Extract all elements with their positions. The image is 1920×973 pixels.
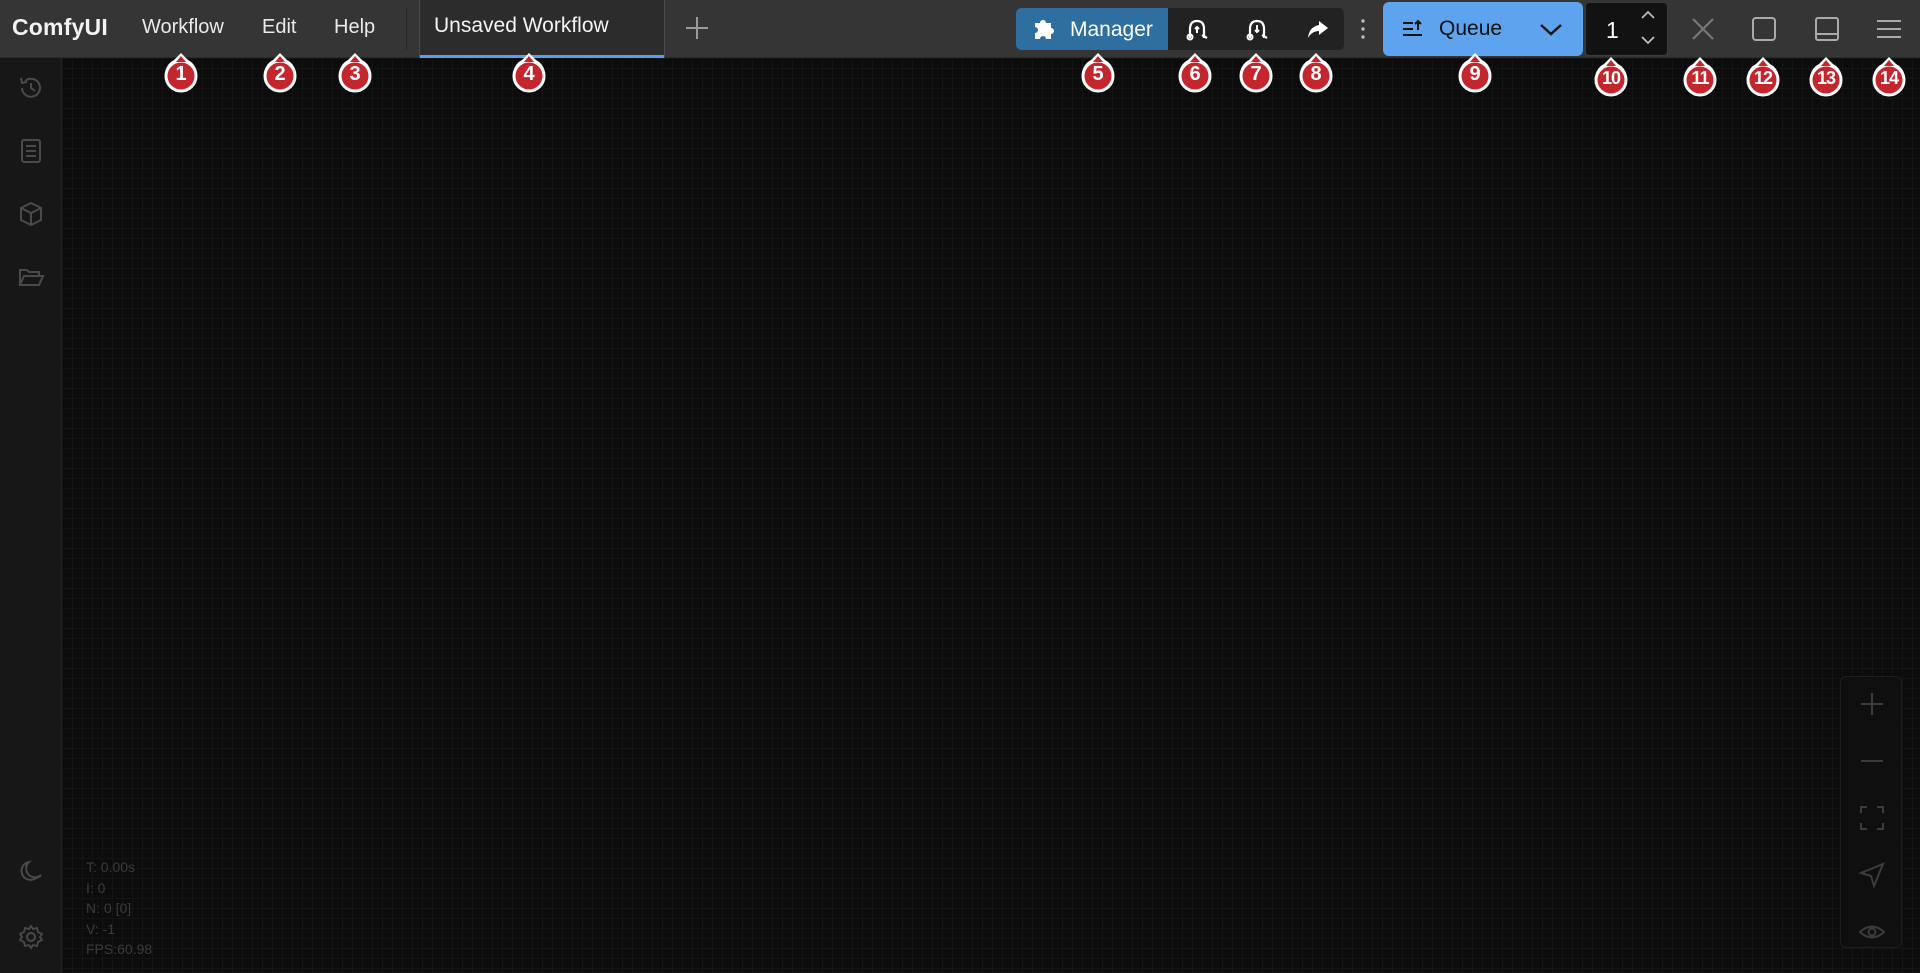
chevron-down-icon[interactable] [1639,34,1657,46]
batch-count-input[interactable]: 1 [1585,2,1668,56]
fit-view-button[interactable] [1858,804,1886,832]
menu-divider [406,8,407,50]
stat-time: T: 0.00s [86,859,136,875]
marker-number: 1 [175,63,187,85]
menu-edit[interactable]: Edit [262,16,296,39]
graph-canvas[interactable] [62,58,1920,973]
tab-label: Unsaved Workflow [434,14,609,37]
share-icon [1308,21,1328,38]
sidebar-item-history[interactable] [17,74,45,102]
marker-1: 1 [161,52,201,96]
batch-count-value: 1 [1606,17,1619,43]
add-tab-button[interactable] [683,14,711,42]
more-options-icon[interactable] [1358,16,1368,42]
puzzle-icon [1035,20,1054,39]
marker-number: 2 [274,63,286,85]
canvas-stats: T: 0.00s I: 0 N: 0 [0] V: -1 FPS:60.98 [86,857,152,960]
share-button[interactable] [1288,8,1344,50]
manager-label: Manager [1070,18,1153,41]
queue-list-icon [1403,19,1422,36]
chevron-down-icon[interactable] [1538,19,1564,39]
book-icon [21,139,41,163]
sidebar-item-models[interactable] [17,200,45,228]
stat-n: N: 0 [0] [86,900,132,916]
eye-icon [1858,925,1886,939]
marker-8: 8 [1296,52,1336,96]
sidebar-item-theme[interactable] [17,858,45,886]
canvas-controls [1840,676,1902,948]
marker-2: 2 [260,52,300,96]
marker-12: 12 [1743,56,1783,100]
stat-v: V: -1 [86,920,116,937]
marker-number: 5 [1092,63,1104,85]
plus-icon [686,17,708,39]
zoom-in-button[interactable] [1858,690,1886,718]
toolbar-button-group: Manager [1016,8,1344,50]
minus-icon [1861,760,1883,762]
stat-fps: FPS:60.98 [86,941,153,957]
manager-button[interactable]: Manager [1016,8,1168,50]
select-mode-button[interactable] [1858,861,1886,889]
hamburger-menu-icon [1877,20,1901,38]
toggle-links-button[interactable] [1858,918,1886,946]
marker-number: 6 [1189,63,1201,85]
marker-14: 14 [1869,56,1909,100]
marker-6: 6 [1175,52,1215,96]
marker-7: 7 [1236,52,1276,96]
menu-help[interactable]: Help [334,16,375,39]
cube-icon [20,201,42,227]
sidebar-item-node-library[interactable] [17,137,45,165]
plus-icon [1861,693,1883,715]
focus-mode-button[interactable] [1750,15,1778,43]
marker-4: 4 [509,52,549,96]
marker-number: 14 [1879,68,1899,88]
marker-number: 8 [1310,63,1322,85]
history-icon [20,77,41,98]
marker-10: 10 [1591,56,1631,100]
marker-number: 13 [1816,68,1836,88]
marker-number: 7 [1250,63,1262,85]
stat-i: I: 0 [86,879,106,896]
marker-9: 9 [1455,52,1495,96]
marker-3: 3 [335,52,375,96]
marker-number: 9 [1469,63,1481,85]
cancel-button[interactable] [1689,15,1717,43]
folder-open-icon [18,269,45,286]
sidebar [0,58,62,973]
pin-icon [1186,19,1208,41]
close-icon [1692,18,1714,40]
pin-alt-button[interactable] [1228,8,1286,50]
moon-icon [20,860,42,881]
tab-unsaved-workflow[interactable]: Unsaved Workflow [419,0,665,58]
fit-view-icon [1860,806,1884,830]
marker-5: 5 [1078,52,1118,96]
pin-alt-icon [1246,19,1268,41]
app-logo: ComfyUI [12,14,108,40]
bottom-panel-button[interactable] [1813,15,1841,43]
sidebar-item-settings[interactable] [17,923,45,951]
sidebar-item-workflows[interactable] [17,263,45,291]
zoom-out-button[interactable] [1858,747,1886,775]
menu-workflow[interactable]: Workflow [142,16,224,39]
bottom-panel-icon [1815,17,1839,41]
marker-number: 4 [523,63,535,85]
gear-icon [18,924,44,950]
marker-number: 11 [1691,68,1709,88]
main-menu-button[interactable] [1875,15,1903,43]
square-icon [1752,17,1776,41]
pin-button[interactable] [1168,8,1226,50]
marker-11: 11 [1680,56,1720,100]
marker-number: 10 [1601,68,1621,88]
marker-number: 3 [349,63,361,85]
chevron-up-icon[interactable] [1639,9,1657,21]
top-bar: ComfyUI Workflow Edit Help Unsaved Workf… [0,0,1920,58]
queue-button[interactable]: Queue [1383,2,1583,56]
queue-label: Queue [1439,17,1503,40]
marker-number: 12 [1753,68,1773,88]
send-arrow-icon [1858,862,1885,889]
marker-13: 13 [1806,56,1846,100]
